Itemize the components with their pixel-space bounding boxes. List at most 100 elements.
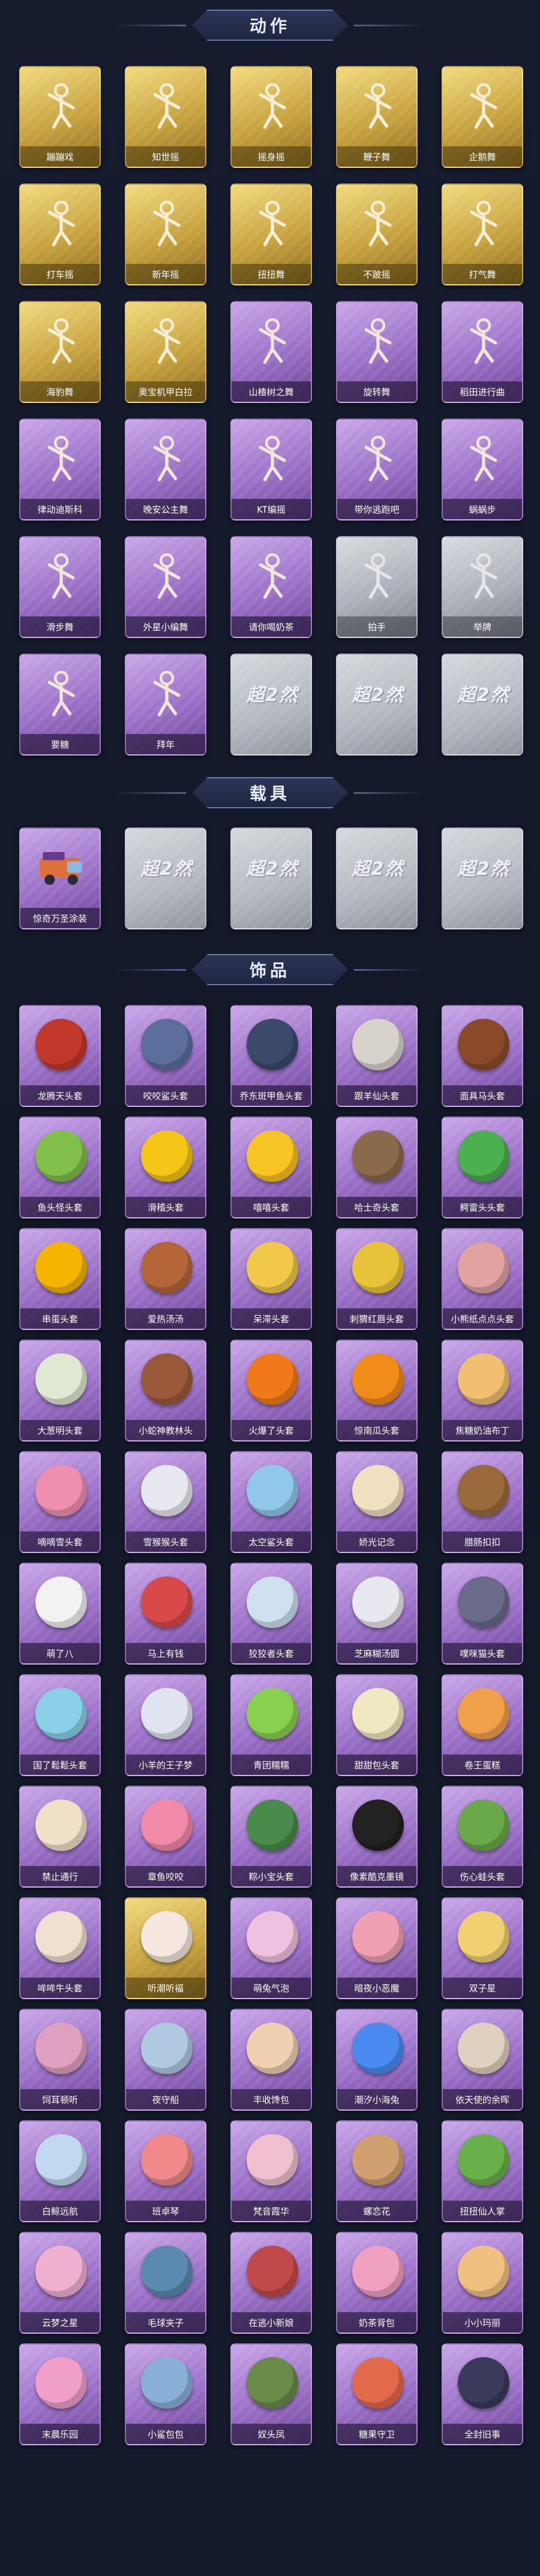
action-card[interactable]: 稻田进行曲 — [442, 301, 523, 403]
accessory-card[interactable]: 噗咪猫头套 — [442, 1563, 523, 1665]
accessory-card[interactable]: 班卓琴 — [125, 2120, 206, 2222]
accessory-card[interactable]: 小鲨包包 — [125, 2343, 206, 2445]
action-card[interactable]: 要糖 — [19, 654, 101, 756]
accessory-card[interactable]: 章鱼咬咬 — [125, 1786, 206, 1888]
accessory-card[interactable]: 末晨乐园 — [19, 2343, 101, 2445]
accessory-card[interactable]: 爱热汤汤 — [125, 1228, 206, 1330]
accessory-card[interactable]: 雪猴猴头套 — [125, 1451, 206, 1553]
action-card[interactable]: 摇身摇 — [230, 66, 312, 168]
accessory-card[interactable]: 哞哞牛头套 — [19, 1897, 101, 1999]
accessory-card[interactable]: 嘀嘀雪头套 — [19, 1451, 101, 1553]
action-card[interactable]: 新年摇 — [125, 183, 206, 285]
accessory-card[interactable]: 大葱明头套 — [19, 1340, 101, 1442]
accessory-card[interactable]: 丰收馋包 — [230, 2009, 312, 2111]
accessory-card[interactable]: 惊南瓜头套 — [336, 1340, 418, 1442]
accessory-card[interactable]: 乔东斑甲鱼头套 — [230, 1005, 312, 1107]
accessory-card[interactable]: 芝麻糊汤圆 — [336, 1563, 418, 1665]
action-card[interactable]: 鞭子舞 — [336, 66, 418, 168]
action-card[interactable]: 山楂树之舞 — [230, 301, 312, 403]
accessory-card[interactable]: 鳄雷头头套 — [442, 1117, 523, 1218]
action-card[interactable]: 知世摇 — [125, 66, 206, 168]
accessory-card[interactable]: 小羊的王子梦 — [125, 1674, 206, 1776]
accessory-card[interactable]: 面具马头套 — [442, 1005, 523, 1107]
action-card[interactable]: 超2然 — [442, 654, 523, 756]
accessory-card[interactable]: 禁止通行 — [19, 1786, 101, 1888]
accessory-card[interactable]: 萌了八 — [19, 1563, 101, 1665]
accessory-card[interactable]: 哈士奇头套 — [336, 1117, 418, 1218]
accessory-card[interactable]: 小小玛丽 — [442, 2232, 523, 2334]
action-card[interactable]: 超2然 — [336, 654, 418, 756]
action-card[interactable]: 律动迪斯科 — [19, 419, 101, 520]
vehicle-card[interactable]: 超2然 — [230, 827, 312, 929]
accessory-card[interactable]: 小蛇神教林头 — [125, 1340, 206, 1442]
action-card[interactable]: 奥宝机甲白拉 — [125, 301, 206, 403]
accessory-card[interactable]: 马上有钱 — [125, 1563, 206, 1665]
accessory-card[interactable]: 暗夜小恶魔 — [336, 1897, 418, 1999]
action-card[interactable]: 带你逃跑吧 — [336, 419, 418, 520]
accessory-card[interactable]: 龙腾天头套 — [19, 1005, 101, 1107]
action-card[interactable]: 超2然 — [230, 654, 312, 756]
accessory-card[interactable]: 呆滞头套 — [230, 1228, 312, 1330]
accessory-card[interactable]: 青团糯糯 — [230, 1674, 312, 1776]
accessory-card[interactable]: 饲耳顿听 — [19, 2009, 101, 2111]
accessory-card[interactable]: 夜守船 — [125, 2009, 206, 2111]
action-card[interactable]: 蹦蹦戏 — [19, 66, 101, 168]
accessory-card[interactable]: 腊肠扣扣 — [442, 1451, 523, 1553]
accessory-card[interactable]: 在逃小新娘 — [230, 2232, 312, 2334]
action-card[interactable]: 蜗蜗步 — [442, 419, 523, 520]
accessory-card[interactable]: 咬咬鲨头套 — [125, 1005, 206, 1107]
vehicle-card[interactable]: 超2然 — [442, 827, 523, 929]
action-card[interactable]: KT编摇 — [230, 419, 312, 520]
accessory-card[interactable]: 串蛋头套 — [19, 1228, 101, 1330]
accessory-card[interactable]: 狡狡者头套 — [230, 1563, 312, 1665]
accessory-card[interactable]: 全封旧事 — [442, 2343, 523, 2445]
accessory-card[interactable]: 嘻嘻头套 — [230, 1117, 312, 1218]
accessory-card[interactable]: 云梦之星 — [19, 2232, 101, 2334]
accessory-card[interactable]: 螺恋花 — [336, 2120, 418, 2222]
action-card[interactable]: 拍手 — [336, 536, 418, 638]
accessory-card[interactable]: 奴头凤 — [230, 2343, 312, 2445]
accessory-card[interactable]: 糖果守卫 — [336, 2343, 418, 2445]
accessory-card[interactable]: 甜甜包头套 — [336, 1674, 418, 1776]
action-card[interactable]: 企鹅舞 — [442, 66, 523, 168]
accessory-card[interactable]: 像素酷克墨镜 — [336, 1786, 418, 1888]
accessory-card[interactable]: 白鲸远航 — [19, 2120, 101, 2222]
accessory-card[interactable]: 听潮听福 — [125, 1897, 206, 1999]
action-card[interactable]: 拜年 — [125, 654, 206, 756]
action-card[interactable]: 外星小编舞 — [125, 536, 206, 638]
vehicle-card[interactable]: 超2然 — [125, 827, 206, 929]
accessory-card[interactable]: 双子星 — [442, 1897, 523, 1999]
accessory-card[interactable]: 奶茶背包 — [336, 2232, 418, 2334]
action-card[interactable]: 滑步舞 — [19, 536, 101, 638]
accessory-card[interactable]: 扭扭仙人掌 — [442, 2120, 523, 2222]
accessory-card[interactable]: 焦糖奶油布丁 — [442, 1340, 523, 1442]
action-card[interactable]: 海豹舞 — [19, 301, 101, 403]
accessory-card[interactable]: 粽小宝头套 — [230, 1786, 312, 1888]
accessory-card[interactable]: 太空鲨头套 — [230, 1451, 312, 1553]
action-card[interactable]: 打车摇 — [19, 183, 101, 285]
accessory-card[interactable]: 小熊纸点点头套 — [442, 1228, 523, 1330]
accessory-card[interactable]: 跟羊仙头套 — [336, 1005, 418, 1107]
action-card[interactable]: 请你喝奶茶 — [230, 536, 312, 638]
accessory-card[interactable]: 伤心蛙头套 — [442, 1786, 523, 1888]
accessory-card[interactable]: 梵音霞华 — [230, 2120, 312, 2222]
accessory-card[interactable]: 滑稽头套 — [125, 1117, 206, 1218]
accessory-card[interactable]: 卷王蛋糕 — [442, 1674, 523, 1776]
action-card[interactable]: 扭扭舞 — [230, 183, 312, 285]
accessory-card[interactable]: 国了鬆鬆头套 — [19, 1674, 101, 1776]
accessory-card[interactable]: 毛球夹子 — [125, 2232, 206, 2334]
accessory-card[interactable]: 鱼头怪头套 — [19, 1117, 101, 1218]
accessory-card[interactable]: 娇光记念 — [336, 1451, 418, 1553]
action-card[interactable]: 打气舞 — [442, 183, 523, 285]
action-card[interactable]: 不跛摇 — [336, 183, 418, 285]
accessory-card[interactable]: 火爆了头套 — [230, 1340, 312, 1442]
vehicle-card[interactable]: 超2然 — [336, 827, 418, 929]
accessory-card[interactable]: 依天使的余晖 — [442, 2009, 523, 2111]
action-card[interactable]: 举牌 — [442, 536, 523, 638]
action-card[interactable]: 旋转舞 — [336, 301, 418, 403]
action-card[interactable]: 晚安公主舞 — [125, 419, 206, 520]
accessory-card[interactable]: 潮汐小海兔 — [336, 2009, 418, 2111]
accessory-card[interactable]: 萌兔气泡 — [230, 1897, 312, 1999]
accessory-card[interactable]: 刺猬红唇头套 — [336, 1228, 418, 1330]
vehicle-card[interactable]: 惊奇万圣涂装 — [19, 827, 101, 929]
